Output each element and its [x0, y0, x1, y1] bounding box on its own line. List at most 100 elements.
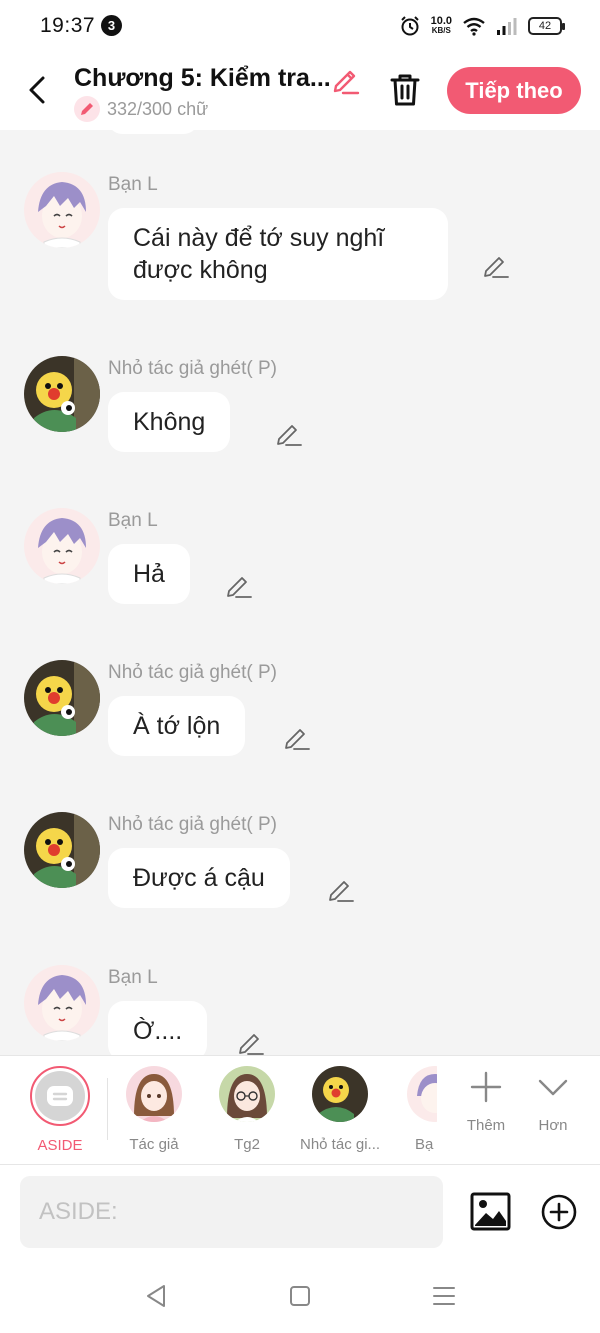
avatar[interactable]	[24, 965, 100, 1041]
message-bubble[interactable]: Hả	[108, 544, 190, 604]
lavender-hair-avatar-icon	[407, 1066, 437, 1122]
message-item: Bạn L Cái này để tớ suy nghĩ được không	[0, 172, 600, 318]
aside-input[interactable]	[20, 1176, 443, 1248]
character-bar: ASIDE Tác giả Tg2 Nhỏ tác gi... Bạ Thêm …	[0, 1055, 600, 1165]
message-text-line: À tớ lộn	[133, 712, 221, 740]
message-text-line: được không	[133, 256, 268, 284]
avatar[interactable]	[24, 172, 100, 248]
clown-avatar-icon	[24, 356, 100, 432]
message-item: Nhỏ tác giả ghét( P) Được á cậu	[0, 812, 600, 926]
edit-message-icon[interactable]	[224, 570, 254, 600]
sender-name: Nhỏ tác giả ghét( P)	[108, 358, 277, 379]
more-label: Thêm	[466, 1117, 506, 1134]
message-text-line: Được á cậu	[133, 864, 265, 892]
pencil-icon	[74, 96, 100, 122]
battery-indicator: 42	[528, 17, 565, 35]
back-triangle-icon[interactable]	[142, 1282, 170, 1310]
edit-message-icon[interactable]	[481, 250, 511, 280]
brown-hair-girl-avatar-icon	[126, 1066, 182, 1122]
clown-avatar-icon	[24, 812, 100, 888]
character-label: Bạ	[415, 1136, 434, 1153]
glasses-girl-avatar-icon	[219, 1066, 275, 1122]
sender-name: Nhỏ tác giả ghét( P)	[108, 814, 277, 835]
edit-message-icon[interactable]	[236, 1027, 266, 1055]
edit-message-icon[interactable]	[326, 874, 356, 904]
avatar[interactable]	[24, 660, 100, 736]
message-bubble[interactable]: À tớ lộn	[108, 696, 246, 756]
character-item[interactable]: Nhỏ tác gi...	[300, 1066, 380, 1153]
composer	[0, 1165, 600, 1260]
message-bubble[interactable]: Không	[108, 392, 231, 452]
sender-name: Bạn L	[108, 967, 158, 988]
trash-icon[interactable]	[387, 72, 423, 108]
image-icon[interactable]	[470, 1191, 511, 1232]
chapter-title[interactable]: Chương 5: Kiểm tra...	[74, 64, 331, 93]
editor-header: Chương 5: Kiểm tra... 332/300 chữ Tiếp t…	[0, 52, 600, 130]
add-circle-icon[interactable]	[540, 1193, 578, 1231]
expand-button[interactable]: Hơn	[523, 1070, 583, 1134]
message-bubble[interactable]: Được á cậu	[108, 848, 290, 908]
sender-name: Nhỏ tác giả ghét( P)	[108, 662, 277, 683]
previous-bubble-fragment	[108, 130, 198, 134]
status-icons: 10.0 KB/S 42	[399, 14, 565, 38]
message-text-line: Không	[133, 408, 206, 436]
word-count-row: 332/300 chữ	[74, 96, 208, 122]
avatar[interactable]	[24, 356, 100, 432]
character-item[interactable]: Tác giả	[120, 1066, 188, 1153]
character-label: Nhỏ tác gi...	[300, 1136, 381, 1153]
avatar	[126, 1066, 182, 1122]
character-label: Tg2	[234, 1136, 260, 1153]
clown-avatar-icon	[312, 1066, 368, 1122]
lavender-hair-avatar-icon	[24, 172, 100, 248]
avatar[interactable]	[24, 508, 100, 584]
sender-name: Bạn L	[108, 174, 158, 195]
avatar	[219, 1066, 275, 1122]
chevron-left-icon	[29, 76, 45, 104]
edit-title-icon[interactable]	[330, 64, 362, 96]
notification-count-badge: 3	[101, 15, 122, 36]
avatar[interactable]	[24, 812, 100, 888]
net-speed-unit: KB/S	[431, 26, 451, 35]
character-item[interactable]: Tg2	[213, 1066, 281, 1153]
message-bubble[interactable]: Ờ....	[108, 1001, 208, 1055]
lavender-hair-avatar-icon	[24, 965, 100, 1041]
message-bubble[interactable]: Cái này để tớ suy nghĩ được không	[108, 208, 448, 300]
back-button[interactable]	[20, 70, 54, 110]
wifi-icon	[463, 17, 485, 36]
message-item: Nhỏ tác giả ghét( P) À tớ lộn	[0, 660, 600, 774]
message-item: Nhỏ tác giả ghét( P) Không	[0, 356, 600, 470]
message-text-line: Hả	[133, 560, 165, 588]
edit-message-icon[interactable]	[282, 722, 312, 752]
plus-icon	[470, 1071, 502, 1103]
aside-character[interactable]: ASIDE	[28, 1066, 92, 1154]
avatar	[407, 1066, 437, 1122]
status-bar: 19:37 3 10.0 KB/S 42	[0, 0, 600, 52]
clown-avatar-icon	[24, 660, 100, 736]
net-speed: 10.0 KB/S	[431, 16, 452, 36]
sender-name: Bạn L	[108, 510, 158, 531]
message-text-line: Cái này để tớ suy nghĩ	[133, 224, 385, 252]
avatar	[312, 1066, 368, 1122]
message-text-line: Ờ....	[133, 1017, 183, 1045]
more-characters-button[interactable]: Thêm	[456, 1070, 516, 1134]
alarm-icon	[400, 16, 419, 36]
status-time: 19:37	[40, 14, 96, 37]
chat-area[interactable]: Bạn L Cái này để tớ suy nghĩ được không …	[0, 130, 600, 1055]
edit-message-icon[interactable]	[274, 418, 304, 448]
divider	[107, 1078, 108, 1140]
character-item[interactable]: Bạ	[403, 1066, 437, 1153]
chat-bubble-icon	[47, 1086, 73, 1106]
system-nav-bar	[0, 1260, 600, 1333]
character-label: Tác giả	[129, 1136, 179, 1153]
aside-label: ASIDE	[37, 1137, 83, 1154]
menu-lines-icon[interactable]	[430, 1282, 458, 1310]
word-count: 332/300 chữ	[107, 98, 209, 119]
expand-label: Hơn	[538, 1117, 568, 1134]
next-button[interactable]: Tiếp theo	[447, 67, 581, 114]
lavender-hair-avatar-icon	[24, 508, 100, 584]
message-item: Bạn L Ờ....	[0, 965, 600, 1055]
chevron-down-icon	[538, 1079, 568, 1096]
aside-avatar	[30, 1066, 90, 1126]
message-item: Bạn L Hả	[0, 508, 600, 622]
home-square-icon[interactable]	[286, 1282, 314, 1310]
